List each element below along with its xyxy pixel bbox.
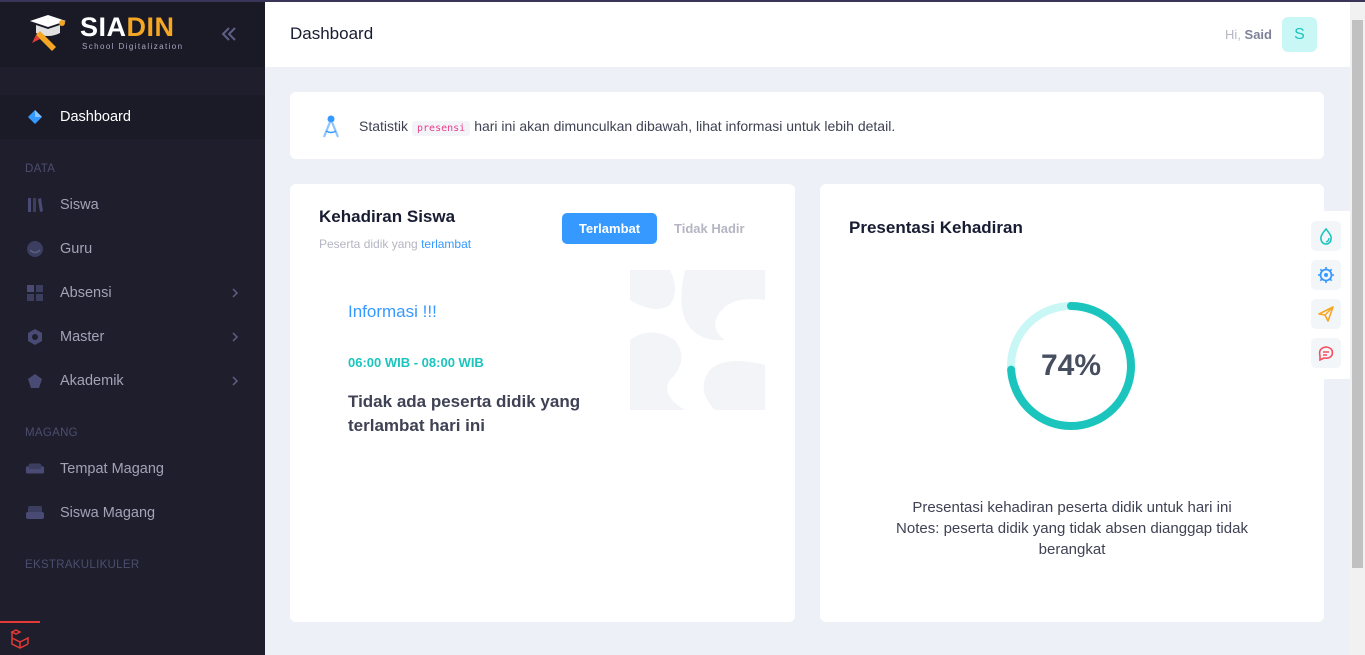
sidebar-item-absensi[interactable]: Absensi	[0, 271, 265, 315]
info-title: Informasi !!!	[348, 302, 437, 321]
sidebar-item-label: Siswa	[60, 197, 99, 213]
laravel-logo-icon	[0, 621, 40, 655]
chevron-right-icon	[232, 376, 239, 386]
user-greeting[interactable]: Hi, Said	[1225, 27, 1272, 42]
card-title: Kehadiran Siswa	[319, 207, 456, 226]
card-subtitle: Peserta didik yang terlambat	[319, 237, 472, 251]
sidebar-item-siswa[interactable]: Siswa	[0, 183, 265, 227]
section-data: DATA	[25, 163, 56, 175]
tab-terlambat[interactable]: Terlambat	[562, 213, 657, 244]
sidebar: SIADIN School Digitalization Dashboard D…	[0, 0, 265, 655]
brand-tagline: School Digitalization	[82, 42, 184, 51]
sidebar-item-siswa-magang[interactable]: Siswa Magang	[0, 491, 265, 535]
sidebar-item-label: Tempat Magang	[60, 461, 164, 477]
scrollbar-thumb[interactable]	[1352, 20, 1363, 568]
card-title: Presentasi Kehadiran	[849, 218, 1023, 237]
sidebar-item-label: Dashboard	[60, 109, 131, 125]
avatar[interactable]: S	[1282, 17, 1317, 52]
floating-toolbar	[1303, 211, 1350, 379]
diamond-icon	[25, 107, 45, 127]
pentagon-icon	[25, 371, 45, 391]
attendance-card: Kehadiran Siswa Peserta didik yang terla…	[290, 184, 795, 622]
chevron-right-icon	[232, 288, 239, 298]
collapse-sidebar-icon[interactable]	[219, 24, 239, 44]
info-message: Tidak ada peserta didik yang terlambat h…	[348, 392, 581, 435]
sidebar-item-label: Guru	[60, 241, 93, 257]
alert-text: Statistik presensi hari ini akan dimunculk…	[359, 117, 896, 136]
chat-icon[interactable]	[1311, 338, 1341, 368]
sidebar-item-akademik[interactable]: Akademik	[0, 359, 265, 403]
sidebar-item-label: Absensi	[60, 285, 112, 301]
code-tag: presensi	[412, 120, 471, 136]
brand-name: SIADIN	[80, 12, 175, 42]
section-magang: MAGANG	[25, 427, 78, 439]
sidebar-item-label: Siswa Magang	[60, 505, 156, 521]
tab-tidak-hadir[interactable]: Tidak Hadir	[674, 221, 745, 236]
sidebar-item-guru[interactable]: Guru	[0, 227, 265, 271]
top-border	[0, 0, 1365, 2]
drop-icon[interactable]	[1311, 221, 1341, 251]
user-name: Said	[1244, 27, 1272, 42]
sidebar-item-dashboard[interactable]: Dashboard	[0, 95, 265, 139]
presence-card: Presentasi Kehadiran 74% Presentasi keha…	[820, 184, 1324, 622]
chevron-right-icon	[232, 332, 239, 342]
top-header: Dashboard Hi, Said S	[265, 2, 1350, 67]
user-icon	[25, 239, 45, 259]
library-icon	[25, 195, 45, 215]
grid-icon	[25, 283, 45, 303]
sidebar-menu: Dashboard DATA Siswa Guru Absensi Master…	[0, 95, 265, 579]
decorative-shape-icon	[630, 270, 765, 410]
send-icon[interactable]	[1311, 299, 1341, 329]
armchair-icon	[25, 503, 45, 523]
sidebar-item-label: Master	[60, 329, 105, 345]
sofa-icon	[25, 459, 45, 479]
greeting-text: Hi,	[1225, 27, 1241, 42]
info-alert: Statistik presensi hari ini akan dimunculk…	[290, 92, 1324, 159]
info-time: 06:00 WIB - 08:00 WIB	[348, 355, 484, 370]
sidebar-item-tempat-magang[interactable]: Tempat Magang	[0, 447, 265, 491]
sidebar-item-master[interactable]: Master	[0, 315, 265, 359]
gear-icon[interactable]	[1311, 260, 1341, 290]
hexagon-icon	[25, 327, 45, 347]
card-description: Presentasi kehadiran peserta didik untuk…	[896, 499, 1248, 558]
compass-icon	[322, 115, 340, 137]
sidebar-item-label: Akademik	[60, 373, 124, 389]
scrollbar[interactable]	[1350, 2, 1365, 655]
brand-bar: SIADIN School Digitalization	[0, 0, 265, 67]
logo-icon	[30, 15, 66, 51]
percent-label: 74%	[1040, 349, 1102, 382]
page-title: Dashboard	[290, 24, 374, 43]
section-ekstrakulikuler: EKSTRAKULIKULER	[25, 559, 140, 571]
